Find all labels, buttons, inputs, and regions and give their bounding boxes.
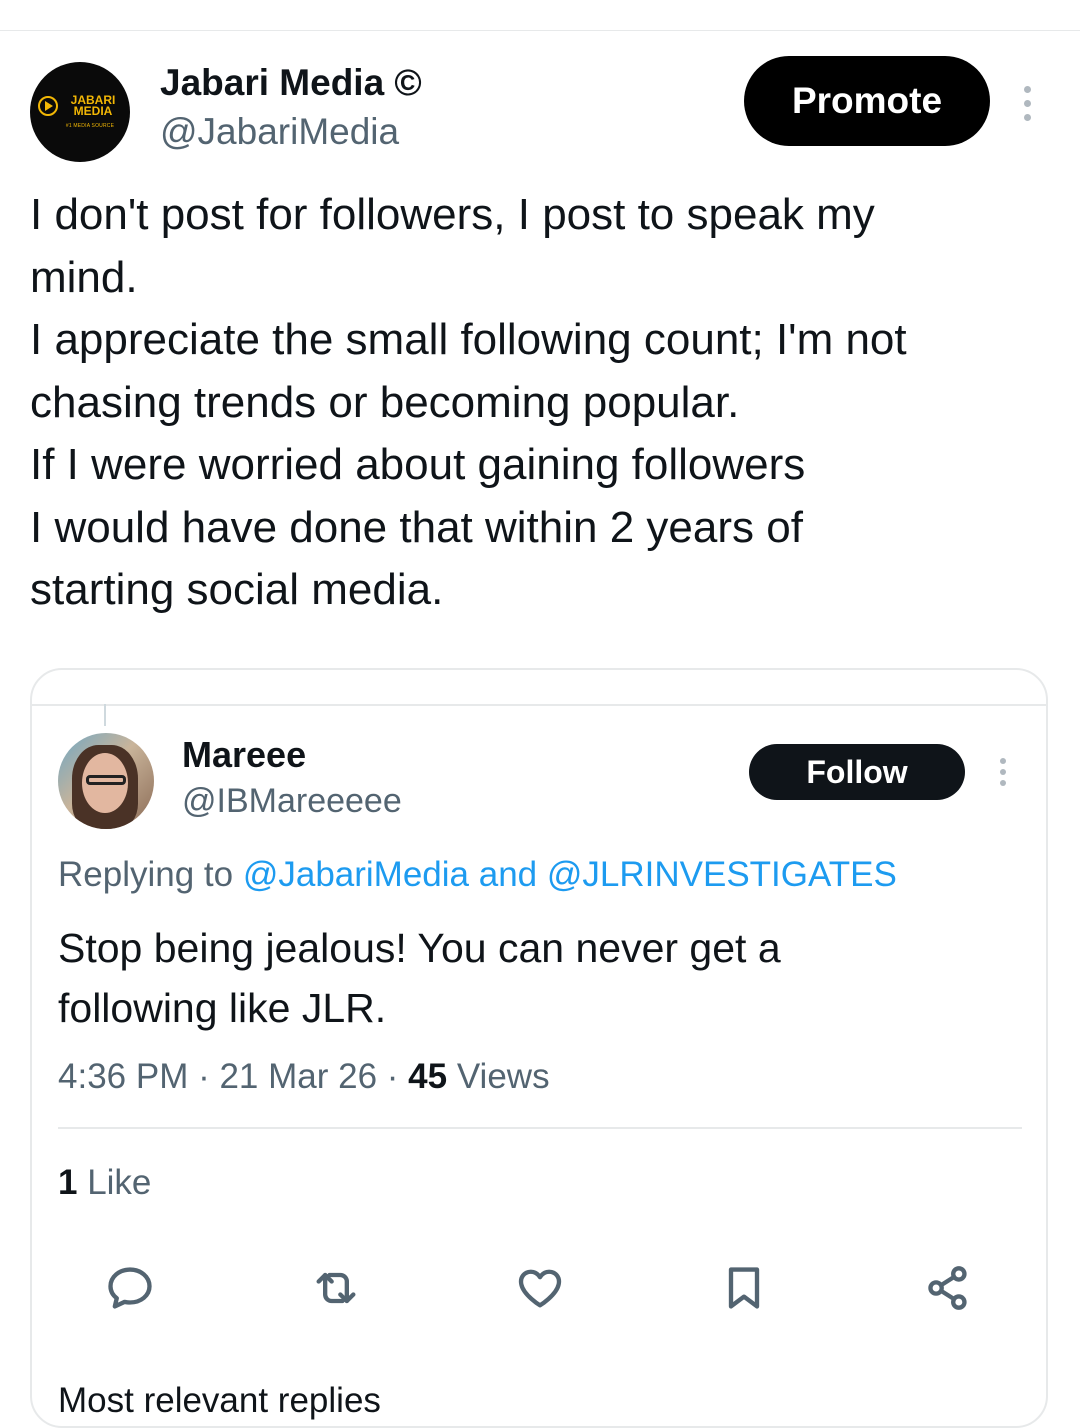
- top-divider: [0, 30, 1080, 31]
- views-count: 45: [408, 1057, 448, 1096]
- tweet-time[interactable]: 4:36 PM: [58, 1057, 188, 1096]
- mention-link[interactable]: @JabariMedia: [243, 855, 469, 894]
- tweet-metadata: 4:36 PM · 21 Mar 26 · 45 Views: [58, 1057, 550, 1096]
- likes-count: 1: [58, 1163, 78, 1202]
- tweet-line: If I were worried about gaining follower…: [30, 440, 806, 489]
- bookmark-icon[interactable]: [718, 1262, 770, 1314]
- quoted-text: Stop being jealous! You can never get a …: [58, 918, 1018, 1038]
- thread-connector: [104, 704, 106, 726]
- logo-wordmark: JABARI MEDIA: [70, 93, 116, 118]
- likes-label: Like: [77, 1163, 152, 1202]
- tweet-line: I don't post for followers, I post to sp…: [30, 190, 875, 239]
- quoted-author-handle[interactable]: @IBMareeeee: [182, 779, 402, 823]
- quoted-avatar[interactable]: [58, 733, 154, 829]
- play-logo-icon: [38, 96, 58, 116]
- replies-section-heading: Most relevant replies: [58, 1381, 381, 1420]
- share-icon[interactable]: [922, 1262, 974, 1314]
- mention-link[interactable]: @JLRINVESTIGATES: [547, 855, 897, 894]
- likes-summary[interactable]: 1 Like: [58, 1160, 151, 1206]
- promote-button[interactable]: Promote: [744, 56, 990, 146]
- meta-divider: [58, 1127, 1022, 1129]
- quoted-line: following like JLR.: [58, 985, 387, 1031]
- retweet-icon[interactable]: [310, 1262, 362, 1314]
- tweet-line: mind.: [30, 252, 138, 302]
- author-avatar[interactable]: JABARI MEDIA #1 MEDIA SOURCE: [30, 62, 130, 162]
- tweet-line: I would have done that within 2 years of: [30, 502, 803, 552]
- more-vertical-icon[interactable]: [1018, 84, 1038, 124]
- logo-tagline: #1 MEDIA SOURCE: [65, 123, 115, 129]
- tweet-date[interactable]: 21 Mar 26: [219, 1057, 377, 1096]
- tweet-line: I appreciate the small following count; …: [30, 315, 907, 364]
- author-name[interactable]: Jabari Media ©: [160, 60, 422, 106]
- views-label: Views: [447, 1057, 550, 1096]
- tweet-text: I don't post for followers, I post to sp…: [30, 184, 1060, 622]
- tweet-line: chasing trends or becoming popular.: [30, 377, 740, 427]
- replying-to: Replying to @JabariMedia and @JLRINVESTI…: [58, 855, 897, 894]
- like-icon[interactable]: [514, 1262, 566, 1314]
- author-handle[interactable]: @JabariMedia: [160, 109, 399, 155]
- card-divider: [32, 704, 1048, 706]
- follow-button[interactable]: Follow: [749, 744, 965, 800]
- quoted-line: Stop being jealous! You can never get a: [58, 925, 781, 971]
- tweet-line: starting social media.: [30, 565, 444, 614]
- more-vertical-icon[interactable]: [994, 756, 1014, 788]
- reply-icon[interactable]: [104, 1262, 156, 1314]
- quoted-author-name[interactable]: Mareee: [182, 733, 306, 777]
